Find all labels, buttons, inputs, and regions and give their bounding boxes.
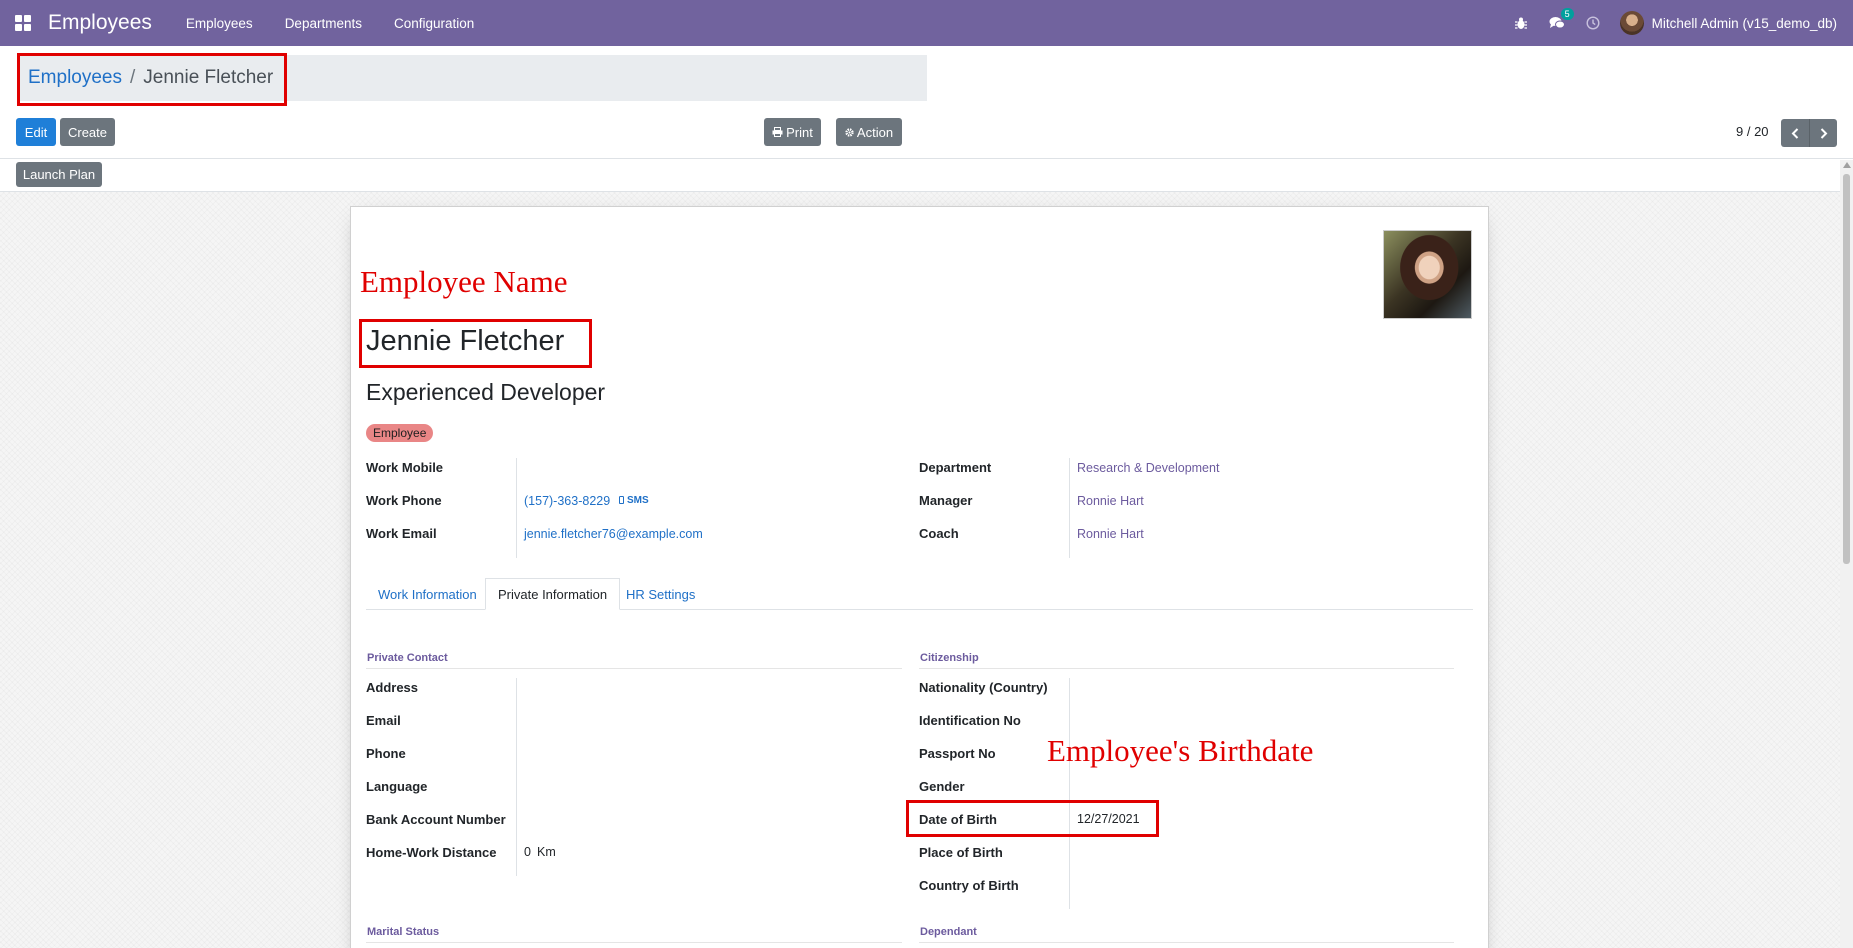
- action-label: Action: [856, 124, 894, 140]
- private-contact-separator: [516, 678, 517, 876]
- menu-configuration[interactable]: Configuration: [394, 16, 474, 31]
- country-of-birth-label: Country of Birth: [919, 878, 1019, 893]
- action-button[interactable]: Action: [836, 118, 902, 146]
- breadcrumb-parent-link[interactable]: Employees: [28, 67, 122, 89]
- scrollbar-thumb[interactable]: [1843, 174, 1850, 564]
- menu-departments[interactable]: Departments: [285, 16, 362, 31]
- print-button[interactable]: Print: [764, 118, 821, 146]
- marital-status-divider: [366, 942, 902, 943]
- chevron-left-icon: [1791, 127, 1799, 139]
- scroll-up-arrow-icon[interactable]: [1843, 162, 1851, 168]
- phone-label: Phone: [366, 746, 406, 761]
- pager-next-button[interactable]: [1809, 119, 1837, 147]
- employee-photo[interactable]: [1383, 230, 1472, 319]
- work-mobile-label: Work Mobile: [366, 460, 444, 475]
- home-work-distance-value[interactable]: 0: [524, 845, 531, 859]
- identification-no-label: Identification No: [919, 713, 1021, 728]
- email-label: Email: [366, 713, 401, 728]
- gender-label: Gender: [919, 779, 965, 794]
- app-title[interactable]: Employees: [48, 11, 152, 35]
- gear-icon: [845, 127, 854, 137]
- edit-button[interactable]: Edit: [16, 118, 56, 146]
- employee-name: Jennie Fletcher: [366, 325, 565, 357]
- citizenship-title: Citizenship: [920, 652, 979, 664]
- menu-employees[interactable]: Employees: [186, 16, 253, 31]
- manager-label: Manager: [919, 493, 973, 508]
- language-label: Language: [366, 779, 428, 794]
- private-contact-title: Private Contact: [367, 652, 448, 664]
- marital-status-title: Marital Status: [367, 926, 440, 938]
- citizenship-separator: [1069, 678, 1070, 909]
- pager-previous-button[interactable]: [1781, 119, 1809, 147]
- dependant-divider: [919, 942, 1454, 943]
- home-work-distance-unit: Km: [537, 845, 556, 859]
- citizenship-divider: [919, 668, 1454, 669]
- avatar: [1619, 11, 1644, 35]
- employee-tag[interactable]: Employee: [366, 424, 434, 442]
- annotation-birthdate: Employee's Birthdate: [1047, 733, 1314, 768]
- work-email-label: Work Email: [366, 526, 437, 541]
- tab-work-information[interactable]: Work Information: [366, 578, 489, 610]
- private-contact-divider: [366, 668, 902, 669]
- control-panel-divider: [0, 158, 1853, 159]
- annotation-employee-name: Employee Name: [360, 264, 568, 299]
- breadcrumb-current: Jennie Fletcher: [143, 67, 274, 88]
- manager-value[interactable]: Ronnie Hart: [1077, 494, 1144, 508]
- date-of-birth-value[interactable]: 12/27/2021: [1077, 812, 1140, 826]
- pager-counter[interactable]: 9 / 20: [1736, 124, 1769, 139]
- right-field-separator: [1069, 458, 1070, 558]
- bug-icon[interactable]: [1512, 14, 1530, 32]
- print-label: Print: [786, 124, 813, 140]
- form-sheet: [350, 206, 1489, 948]
- print-icon: [772, 127, 783, 137]
- job-title: Experienced Developer: [366, 379, 606, 405]
- phone-icon: [619, 496, 624, 504]
- apps-grid-icon[interactable]: [0, 0, 46, 46]
- user-name: Mitchell Admin (v15_demo_db): [1651, 15, 1837, 31]
- left-field-separator: [516, 458, 517, 558]
- place-of-birth-label: Place of Birth: [919, 845, 1003, 860]
- home-work-distance-label: Home-Work Distance: [366, 845, 497, 860]
- passport-no-label: Passport No: [919, 746, 996, 761]
- tab-private-information[interactable]: Private Information: [485, 578, 621, 610]
- nationality-label: Nationality (Country): [919, 680, 1048, 695]
- chat-icon[interactable]: 5: [1548, 8, 1574, 32]
- work-phone-label: Work Phone: [366, 493, 442, 508]
- top-navbar: Employees Employees Departments Configur…: [0, 0, 1853, 46]
- breadcrumb-separator: /: [130, 67, 136, 88]
- create-button[interactable]: Create: [60, 118, 115, 146]
- tab-hr-settings[interactable]: HR Settings: [614, 578, 707, 610]
- coach-value[interactable]: Ronnie Hart: [1077, 527, 1144, 541]
- address-label: Address: [366, 680, 419, 695]
- coach-label: Coach: [919, 526, 959, 541]
- date-of-birth-label: Date of Birth: [919, 812, 997, 827]
- work-phone-value[interactable]: (157)-363-8229: [524, 494, 610, 508]
- chat-count-badge: 5: [1560, 8, 1574, 20]
- bank-account-label: Bank Account Number: [366, 812, 506, 827]
- sms-button[interactable]: SMS: [627, 495, 649, 506]
- breadcrumb: Employees / Jennie Fletcher: [17, 55, 927, 101]
- department-label: Department: [919, 460, 992, 475]
- work-email-value[interactable]: jennie.fletcher76@example.com: [524, 527, 703, 541]
- launch-plan-button[interactable]: Launch Plan: [16, 162, 102, 187]
- user-menu[interactable]: Mitchell Admin (v15_demo_db): [1619, 11, 1837, 35]
- scrollbar[interactable]: [1840, 160, 1853, 948]
- department-value[interactable]: Research & Development: [1077, 461, 1219, 475]
- chevron-right-icon: [1820, 127, 1827, 139]
- dependant-title: Dependant: [920, 926, 977, 938]
- clock-icon[interactable]: [1584, 14, 1602, 32]
